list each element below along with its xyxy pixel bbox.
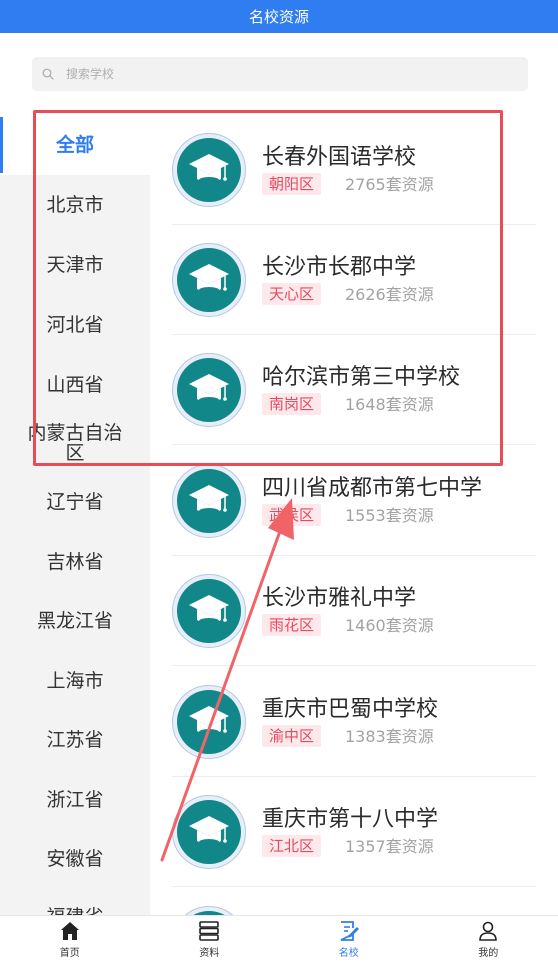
sidebar-item-label: 内蒙古自治区: [27, 422, 123, 464]
sidebar-item-shanghai[interactable]: 上海市: [0, 651, 150, 711]
sidebar-item-label: 浙江省: [46, 789, 104, 811]
search-box[interactable]: [32, 57, 528, 91]
sidebar-item-label: 安徽省: [46, 848, 104, 870]
sidebar-item-beijing[interactable]: 北京市: [0, 175, 150, 235]
school-row[interactable]: 长春外国语学校 朝阳区 2765套资源: [172, 115, 536, 225]
sidebar-item-label: 江苏省: [46, 729, 104, 751]
school-logo: [172, 464, 246, 538]
graduation-cap-icon: [189, 816, 229, 845]
header: 名校资源: [0, 0, 558, 33]
graduation-cap-icon: [189, 374, 229, 403]
graduation-cap-icon: [189, 154, 229, 183]
tab-schools[interactable]: 名校: [279, 916, 419, 962]
school-row[interactable]: 四川省成都市第七中学 武侯区 1553套资源: [172, 446, 536, 556]
search-bar: [0, 33, 558, 115]
school-name: 长沙市雅礼中学: [262, 586, 417, 611]
edit-icon: [340, 920, 359, 941]
tab-materials[interactable]: 资料: [140, 916, 280, 962]
resource-count: 1357套资源: [345, 837, 434, 856]
sidebar-item-label: 全部: [55, 134, 94, 156]
resource-count: 1460套资源: [345, 616, 434, 635]
school-name: 重庆市巴蜀中学校: [262, 697, 439, 722]
sidebar-item-tianjin[interactable]: 天津市: [0, 235, 150, 295]
sidebar-item-shanxi[interactable]: 山西省: [0, 355, 150, 415]
bottom-tabbar: 首页 资料 名校 我的: [0, 915, 558, 962]
school-row[interactable]: 长沙市雅礼中学 雨花区 1460套资源: [172, 556, 536, 666]
school-logo: [172, 574, 246, 648]
sidebar-item-hebei[interactable]: 河北省: [0, 295, 150, 355]
school-logo: [172, 133, 246, 207]
district-tag: 武侯区: [262, 504, 322, 526]
school-logo: [172, 906, 246, 915]
school-row[interactable]: 长沙市长郡中学 天心区 2626套资源: [172, 225, 536, 335]
school-row[interactable]: 重庆市巴蜀中学校 渝中区 1383套资源: [172, 667, 536, 777]
resource-count: 1383套资源: [345, 727, 434, 746]
resource-count: 1648套资源: [345, 395, 434, 414]
sidebar-item-label: 黑龙江省: [36, 610, 113, 632]
graduation-cap-icon: [189, 595, 229, 624]
school-name: 重庆市第十八中学: [262, 807, 439, 832]
search-input[interactable]: [66, 67, 496, 81]
tab-home[interactable]: 首页: [0, 916, 140, 962]
sidebar-item-label: 河北省: [46, 314, 104, 336]
graduation-cap-icon: [189, 485, 229, 514]
sidebar-item-label: 上海市: [46, 670, 104, 692]
graduation-cap-icon: [189, 706, 229, 735]
tab-label: 名校: [338, 947, 359, 959]
school-logo: [172, 795, 246, 869]
school-list: 长春外国语学校 朝阳区 2765套资源 长沙市长郡中学 天心区 2626套资源 …: [150, 115, 558, 915]
home-icon: [60, 921, 79, 940]
resource-count: 2626套资源: [345, 285, 434, 304]
province-sidebar: 全部 北京市 天津市 河北省 山西省 内蒙古自治区 辽宁省 吉林省 黑龙江省 上…: [0, 115, 150, 915]
sidebar-item-neimenggu[interactable]: 内蒙古自治区: [0, 413, 150, 473]
school-name: 哈尔滨市第三中学校: [262, 365, 461, 390]
school-logo: [172, 353, 246, 427]
sidebar-item-anhui[interactable]: 安徽省: [0, 829, 150, 889]
tab-label: 资料: [199, 947, 220, 959]
school-name: 长春外国语学校: [262, 145, 417, 170]
resource-count: 1553套资源: [345, 506, 434, 525]
page: 名校资源 全部 北京市 天津市 河北省 山西省 内蒙古自治区 辽宁省 吉林省 黑…: [0, 0, 558, 962]
school-row[interactable]: 重庆市第十八中学 江北区 1357套资源: [172, 777, 536, 887]
school-logo: [172, 243, 246, 317]
district-tag: 雨花区: [262, 614, 322, 636]
tab-label: 我的: [478, 947, 499, 959]
sidebar-item-zhejiang[interactable]: 浙江省: [0, 770, 150, 830]
tab-mine[interactable]: 我的: [419, 916, 558, 962]
graduation-cap-icon: [189, 264, 229, 293]
district-tag: 朝阳区: [262, 173, 322, 195]
sidebar-item-jiangsu[interactable]: 江苏省: [0, 710, 150, 770]
sidebar-item-fujian[interactable]: 福建省: [0, 887, 150, 915]
sidebar-item-label: 辽宁省: [46, 491, 104, 513]
sidebar-item-label: 天津市: [46, 254, 104, 276]
sidebar-item-label: 北京市: [46, 194, 104, 216]
school-name: 长沙市长郡中学: [262, 255, 417, 280]
page-title: 名校资源: [248, 8, 309, 26]
district-tag: 南岗区: [262, 393, 322, 415]
sidebar-item-label: 福建省: [23, 907, 127, 915]
search-icon: [42, 68, 54, 80]
sidebar-item-jilin[interactable]: 吉林省: [0, 532, 150, 592]
school-row-partial[interactable]: [172, 888, 536, 915]
school-logo: [172, 685, 246, 759]
district-tag: 渝中区: [262, 725, 322, 747]
database-icon: [199, 920, 220, 941]
sidebar-item-label: 山西省: [46, 374, 104, 396]
tab-label: 首页: [59, 947, 80, 959]
school-row[interactable]: 哈尔滨市第三中学校 南岗区 1648套资源: [172, 335, 536, 445]
user-icon: [479, 921, 498, 941]
school-name: 四川省成都市第七中学: [262, 476, 483, 501]
sidebar-item-all[interactable]: 全部: [0, 115, 150, 175]
sidebar-item-liaoning[interactable]: 辽宁省: [0, 472, 150, 532]
sidebar-item-label: 吉林省: [46, 551, 104, 573]
district-tag: 江北区: [262, 835, 322, 857]
district-tag: 天心区: [262, 283, 322, 305]
sidebar-item-heilongjiang[interactable]: 黑龙江省: [0, 591, 150, 651]
resource-count: 2765套资源: [345, 175, 434, 194]
